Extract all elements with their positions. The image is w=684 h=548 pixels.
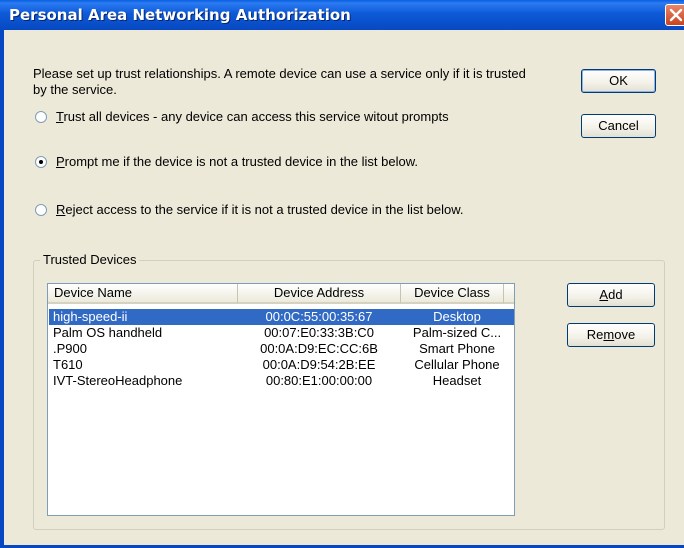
device-address-cell: 00:0A:D9:54:2B:EE [262, 357, 376, 372]
radio-reject[interactable] [35, 204, 47, 216]
device-class-cell: Cellular Phone [414, 357, 500, 372]
device-name-cell: T610 [53, 357, 83, 372]
device-name-cell: Palm OS handheld [53, 325, 163, 340]
device-name-cell: .P900 [53, 341, 87, 356]
device-address-cell: 00:07:E0:33:3B:C0 [264, 325, 374, 340]
mnemonic-p: P [56, 154, 65, 169]
trusted-devices-label: Trusted Devices [40, 252, 140, 268]
device-name-cell: IVT-StereoHeadphone [53, 373, 183, 388]
close-icon [669, 8, 683, 22]
device-address-cell: 00:0C:55:00:35:67 [265, 309, 373, 324]
ok-button[interactable]: OK [581, 69, 656, 93]
radio-dot [39, 160, 43, 164]
column-header-filler [504, 284, 514, 304]
column-header-device-address[interactable]: Device Address [238, 284, 401, 304]
mnemonic-a: A [599, 287, 609, 302]
window-frame-left [0, 30, 4, 548]
device-list[interactable]: Device Name Device Address Device Class … [47, 283, 515, 516]
option-trust-all-text: rust all devices - any device can access… [63, 109, 449, 124]
mnemonic-m: m [603, 327, 615, 342]
table-row[interactable]: high-speed-ii 00:0C:55:00:35:67 Desktop [49, 309, 514, 325]
option-prompt-text: rompt me if the device is not a trusted … [64, 154, 419, 169]
cancel-button[interactable]: Cancel [581, 114, 656, 138]
intro-text: Please set up trust relationships. A rem… [33, 66, 526, 97]
add-button-rest: dd [608, 287, 623, 302]
table-row[interactable]: T610 00:0A:D9:54:2B:EE Cellular Phone [49, 357, 514, 373]
device-class-cell: Desktop [433, 309, 481, 324]
radio-trust-all[interactable] [35, 111, 47, 123]
table-row[interactable]: IVT-StereoHeadphone 00:80:E1:00:00:00 He… [49, 373, 514, 389]
remove-button-start: Re [586, 327, 604, 342]
option-trust-all-label[interactable]: Trust all devices - any device can acces… [56, 109, 449, 125]
close-button[interactable] [665, 4, 684, 26]
column-header-device-name[interactable]: Device Name [48, 284, 238, 304]
device-class-cell: Headset [432, 373, 482, 388]
option-reject-text: eject access to the service if it is not… [65, 202, 464, 217]
device-address-cell: 00:80:E1:00:00:00 [265, 373, 373, 388]
table-row[interactable]: .P900 00:0A:D9:EC:CC:6B Smart Phone [49, 341, 514, 357]
window-title: Personal Area Networking Authorization [9, 6, 351, 24]
option-reject-label[interactable]: Reject access to the service if it is no… [56, 202, 464, 218]
table-row[interactable]: Palm OS handheld 00:07:E0:33:3B:C0 Palm-… [49, 325, 514, 341]
device-address-cell: 00:0A:D9:EC:CC:6B [260, 341, 378, 356]
device-class-cell: Palm-sized C... [412, 325, 502, 340]
mnemonic-r: R [56, 202, 66, 217]
remove-button[interactable]: Remove [567, 323, 655, 347]
column-header-device-class[interactable]: Device Class [401, 284, 504, 304]
device-name-cell: high-speed-ii [53, 309, 128, 324]
title-bar: Personal Area Networking Authorization [0, 0, 684, 30]
device-class-cell: Smart Phone [419, 341, 495, 356]
remove-button-rest: ove [614, 327, 636, 342]
option-prompt-label[interactable]: Prompt me if the device is not a trusted… [56, 154, 418, 170]
radio-prompt[interactable] [35, 156, 47, 168]
add-button[interactable]: Add [567, 283, 655, 307]
